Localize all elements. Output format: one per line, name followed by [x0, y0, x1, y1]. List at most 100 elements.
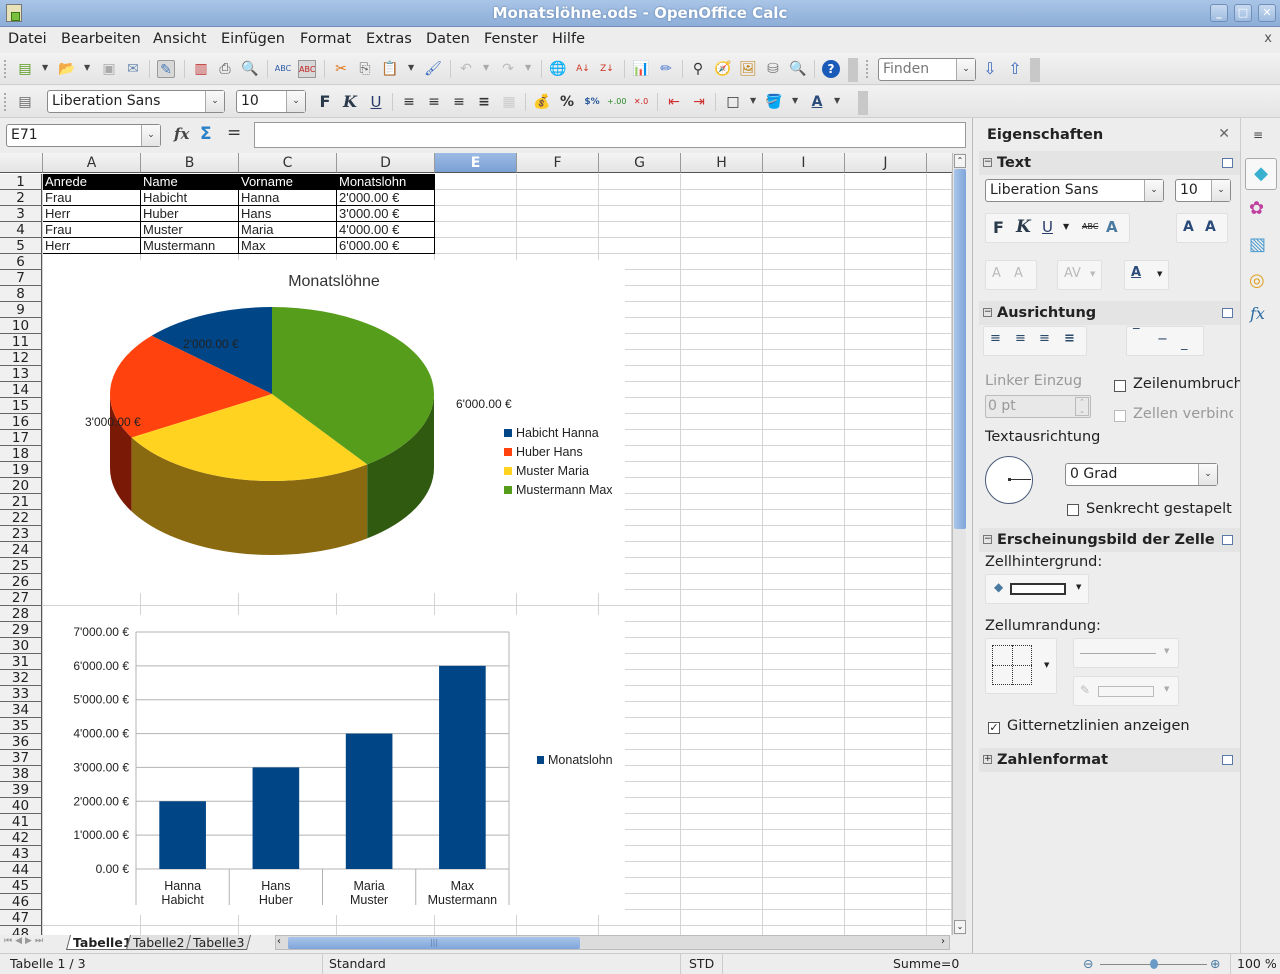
paste-icon[interactable]: 📋: [381, 60, 399, 78]
row-header[interactable]: 13: [0, 366, 42, 382]
find-replace-icon[interactable]: ⚲: [689, 60, 707, 78]
row-header[interactable]: 7: [0, 270, 42, 286]
toolbar-overflow[interactable]: [848, 58, 858, 82]
table-cell[interactable]: Hanna: [239, 190, 337, 206]
column-header-a[interactable]: A: [43, 153, 141, 173]
row-header[interactable]: 45: [0, 878, 42, 894]
hyperlink-icon[interactable]: 🌐: [549, 60, 567, 78]
border-dropdown[interactable]: ▼: [1044, 661, 1049, 669]
borders-dropdown[interactable]: ▼: [750, 96, 756, 105]
sidebar-font-name-dropdown[interactable]: ⌄: [1144, 180, 1163, 201]
sidebar-bold-button[interactable]: F: [993, 218, 1004, 237]
column-header-h[interactable]: H: [681, 153, 763, 173]
increase-indent-icon[interactable]: ⇥: [690, 93, 708, 111]
more-options-icon[interactable]: [1222, 158, 1233, 168]
row-header[interactable]: 24: [0, 542, 42, 558]
page-preview-icon[interactable]: 🔍: [241, 60, 259, 78]
sidebar-font-color-icon[interactable]: A: [1131, 265, 1141, 280]
toolbar-overflow-3[interactable]: [858, 91, 868, 115]
vertical-scrollbar[interactable]: ⌃ ⌄: [952, 153, 966, 935]
menu-bearbeiten[interactable]: Bearbeiten: [61, 31, 141, 47]
scroll-right-button[interactable]: ›: [941, 936, 945, 947]
row-header[interactable]: 27: [0, 590, 42, 606]
menu-hilfe[interactable]: Hilfe: [552, 31, 585, 47]
spellcheck-icon[interactable]: ABC: [274, 60, 292, 78]
cell-background-picker[interactable]: ◆ ▼: [985, 574, 1089, 604]
row-header[interactable]: 37: [0, 750, 42, 766]
text-section-header[interactable]: − Text: [979, 151, 1241, 175]
sidebar-font-size-dropdown[interactable]: ⌄: [1211, 180, 1230, 201]
menu-datei[interactable]: Datei: [8, 31, 47, 47]
row-header[interactable]: 43: [0, 846, 42, 862]
bar[interactable]: [439, 665, 486, 869]
orientation-dial[interactable]: [985, 456, 1033, 504]
standard-format-icon[interactable]: $%: [583, 93, 601, 111]
gallery-icon[interactable]: 🖼: [739, 60, 757, 78]
table-cell[interactable]: Frau: [43, 190, 141, 206]
row-header[interactable]: 3: [0, 206, 42, 222]
align-middle-icon[interactable]: −: [1157, 332, 1168, 347]
row-header[interactable]: 25: [0, 558, 42, 574]
merge-cells-checkbox[interactable]: [1114, 410, 1126, 422]
undo-icon[interactable]: ↶: [457, 60, 475, 78]
styles-formatting-icon[interactable]: ▤: [16, 93, 34, 111]
rotation-angle-box[interactable]: 0 Grad ⌄: [1065, 463, 1218, 486]
sidebar-italic-button[interactable]: K: [1016, 217, 1031, 237]
menu-daten[interactable]: Daten: [426, 31, 470, 47]
export-pdf-icon[interactable]: ▥: [192, 60, 210, 78]
header-cell[interactable]: Vorname: [239, 174, 337, 190]
justify-icon[interactable]: ≡: [475, 93, 493, 111]
header-cell[interactable]: Name: [141, 174, 239, 190]
row-header[interactable]: 5: [0, 238, 42, 254]
row-header[interactable]: 19: [0, 462, 42, 478]
cut-icon[interactable]: ✂: [332, 60, 350, 78]
row-header[interactable]: 18: [0, 446, 42, 462]
expand-icon[interactable]: +: [983, 755, 992, 764]
alignment-section-header[interactable]: − Ausrichtung: [979, 301, 1241, 325]
clone-format-icon[interactable]: 🖌: [424, 60, 442, 78]
row-header[interactable]: 34: [0, 702, 42, 718]
redo-icon[interactable]: ↷: [499, 60, 517, 78]
column-header-f[interactable]: F: [517, 153, 599, 173]
merge-cells-icon[interactable]: ▦: [500, 93, 518, 111]
sort-ascending-icon[interactable]: A↓: [574, 60, 592, 78]
table-cell[interactable]: Maria: [239, 222, 337, 238]
new-dropdown[interactable]: ▼: [42, 63, 48, 72]
sidebar-justify[interactable]: ≡: [1064, 331, 1075, 346]
percent-icon[interactable]: %: [558, 93, 576, 111]
row-header[interactable]: 2: [0, 190, 42, 206]
row-header[interactable]: 17: [0, 430, 42, 446]
spinner-arrows[interactable]: ⌃ ⌄: [1075, 397, 1089, 416]
row-header[interactable]: 38: [0, 766, 42, 782]
select-all-corner[interactable]: [0, 153, 43, 173]
number-format-section-header[interactable]: + Zahlenformat: [979, 748, 1241, 772]
shadow-button[interactable]: A: [1106, 218, 1118, 236]
align-top-icon[interactable]: ‾: [1133, 327, 1140, 342]
find-down-icon[interactable]: ⇩: [981, 60, 999, 78]
row-header[interactable]: 12: [0, 350, 42, 366]
header-cell[interactable]: Monatslohn: [337, 174, 435, 190]
row-header[interactable]: 9: [0, 302, 42, 318]
font-name-dropdown[interactable]: ⌄: [205, 91, 224, 112]
email-icon[interactable]: ✉: [124, 60, 142, 78]
table-cell[interactable]: Hans: [239, 206, 337, 222]
row-header[interactable]: 32: [0, 670, 42, 686]
line-style-picker[interactable]: ▼: [1073, 638, 1179, 668]
chart-icon[interactable]: 📊: [632, 60, 650, 78]
pie-chart[interactable]: Monatslöhne 2'000.00 € 3'000.00 € 4'000.00…: [43, 260, 625, 593]
menu-fenster[interactable]: Fenster: [484, 31, 538, 47]
undo-dropdown[interactable]: ▼: [483, 63, 489, 72]
find-input[interactable]: Finden ⌄: [878, 58, 976, 81]
row-header[interactable]: 44: [0, 862, 42, 878]
table-cell[interactable]: Muster: [141, 222, 239, 238]
sidebar-align-left[interactable]: ≡: [990, 331, 1001, 346]
scroll-down-button[interactable]: ⌄: [954, 920, 966, 934]
character-spacing-icon[interactable]: AV: [1064, 266, 1081, 281]
row-header[interactable]: 35: [0, 718, 42, 734]
selection-mode[interactable]: STD: [680, 954, 724, 974]
properties-icon[interactable]: ◆: [1245, 158, 1277, 190]
formula-input[interactable]: [254, 122, 966, 148]
underline-dropdown[interactable]: ▼: [1063, 222, 1069, 231]
edit-file-icon[interactable]: ✎: [157, 60, 175, 78]
collapse-icon[interactable]: −: [983, 535, 992, 544]
